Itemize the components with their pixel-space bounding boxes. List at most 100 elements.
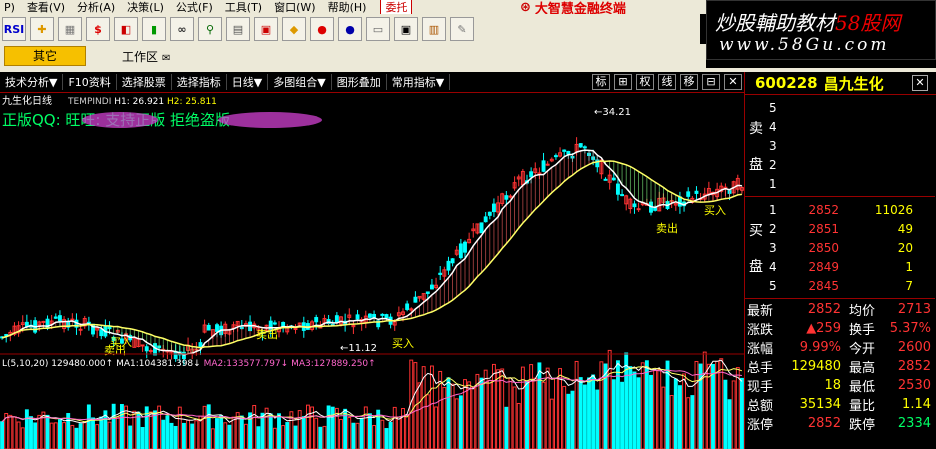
move-icon[interactable]: 移 [680, 74, 698, 90]
buy-row: 1 2852 11026 [769, 202, 913, 217]
volume-bar [194, 420, 199, 449]
calc-icon[interactable]: ▤ [226, 17, 250, 41]
volume-bar [70, 424, 75, 449]
logo-url: www.58Gu.com [719, 35, 890, 55]
volume-bar [169, 422, 174, 449]
menu-view[interactable]: 查看(V) [23, 0, 73, 14]
candle-body [578, 143, 583, 148]
menu-help[interactable]: 帮助(H) [324, 0, 375, 14]
tab-other[interactable]: 其它 [4, 46, 86, 66]
volume-bar [553, 377, 558, 449]
overlay-button[interactable]: 图形叠加 [332, 74, 387, 90]
candle-body [483, 216, 488, 223]
menu-tools[interactable]: 工具(T) [221, 0, 270, 14]
daily-button[interactable]: 日线▼ [227, 74, 269, 90]
tab-row: 其它 工作区 ✉ [0, 44, 706, 68]
diamond-icon[interactable]: ◆ [282, 17, 306, 41]
quote-header: 600228 昌九生化 ✕ [745, 72, 936, 95]
volume-bar [231, 416, 236, 449]
bars-icon[interactable]: ▮ [142, 17, 166, 41]
common-indicator-button[interactable]: 常用指标▼ [387, 74, 451, 90]
cross-icon[interactable]: ✚ [30, 17, 54, 41]
volume-bar [252, 405, 257, 449]
volume-bar [24, 409, 29, 449]
menu-window[interactable]: 窗口(W) [270, 0, 323, 14]
binoculars-icon[interactable]: ∞ [170, 17, 194, 41]
candle-body [198, 342, 203, 348]
volume-bar [148, 411, 153, 449]
chart-icon[interactable]: ◧ [114, 17, 138, 41]
volume-bar [367, 413, 372, 449]
multi-chart-button[interactable]: 多图组合▼ [268, 74, 332, 90]
sell-signal: 卖出 [256, 327, 278, 341]
volume-bar [425, 394, 430, 449]
candle-body [450, 258, 455, 264]
blue-icon[interactable]: ● [338, 17, 362, 41]
menu-item[interactable]: P) [0, 1, 23, 14]
volume-bar [388, 422, 393, 449]
volume-bar [512, 386, 517, 449]
close-icon[interactable]: ✕ [724, 74, 742, 90]
peak-label: ←34.21 [594, 107, 631, 118]
rsi-icon[interactable]: RSI [2, 17, 26, 41]
menu-decision[interactable]: 决策(L) [123, 0, 172, 14]
volume-bar [640, 362, 645, 449]
volume-bar [591, 374, 596, 449]
select-stock-button[interactable]: 选择股票 [117, 74, 172, 90]
candle-body [632, 203, 637, 208]
volume-bar [578, 377, 583, 449]
menu-analysis[interactable]: 分析(A) [73, 0, 123, 14]
volume-bar [0, 421, 5, 449]
candle-body [272, 322, 277, 325]
function-bar: 技术分析▼ F10资料 选择股票 选择指标 日线▼ 多图组合▼ 图形叠加 常用指… [0, 72, 744, 93]
pin-icon[interactable]: ✎ [450, 17, 474, 41]
mail-icon: ✉ [162, 52, 171, 64]
quote-stats: 最新 2852 均价 2713 涨跌 ▲259 换手 5.37% 涨幅 9.99% 今开 2600… [745, 300, 935, 433]
volume-bar [49, 422, 54, 449]
red-icon[interactable]: ● [310, 17, 334, 41]
volume-bar [111, 403, 116, 449]
zoom-icon[interactable]: ⚲ [198, 17, 222, 41]
volume-bar [649, 374, 653, 449]
mark-icon[interactable]: 标 [592, 74, 610, 90]
square-icon[interactable]: ▣ [254, 17, 278, 41]
volume-bar [29, 416, 33, 449]
candle-body [41, 320, 46, 323]
volume-bar [739, 377, 744, 449]
candle-body [384, 314, 389, 319]
dollar-icon[interactable]: $ [86, 17, 110, 41]
books-icon[interactable]: ▥ [422, 17, 446, 41]
sell-book: 5 4 3 2 1 [769, 98, 929, 193]
f10-button[interactable]: F10资料 [63, 74, 117, 90]
sell-row: 4 [769, 119, 777, 134]
crosshair-icon[interactable]: ⊞ [614, 74, 632, 90]
volume-bar [272, 427, 277, 449]
rights-icon[interactable]: 权 [636, 74, 654, 90]
volume-bar [161, 419, 166, 449]
stat-row: 现手 18 最低 2530 [747, 378, 931, 395]
volume-bar [268, 413, 273, 449]
tab-workspace[interactable]: 工作区 ✉ [122, 48, 170, 65]
tray-icon[interactable]: ▭ [366, 17, 390, 41]
volume-bar [140, 427, 145, 449]
volume-bar [562, 385, 567, 449]
close-icon[interactable]: ✕ [912, 75, 928, 91]
volume-bar [355, 422, 360, 449]
volume-bar [537, 362, 542, 449]
select-indicator-button[interactable]: 选择指标 [172, 74, 227, 90]
volume-bar [20, 427, 25, 449]
sell-row: 1 [769, 176, 777, 191]
kline-chart[interactable]: 九生化日线 TEMPINDI H1: 26.921 H2: 25.811 正版Q… [0, 92, 744, 449]
volume-bar [372, 425, 377, 449]
volume-bar [227, 424, 232, 449]
volume-bar [239, 415, 244, 449]
minimize-icon[interactable]: ⊟ [702, 74, 720, 90]
line-icon[interactable]: 线 [658, 74, 676, 90]
menu-formula[interactable]: 公式(F) [172, 0, 221, 14]
window-icon[interactable]: ▣ [394, 17, 418, 41]
grid-icon[interactable]: ▦ [58, 17, 82, 41]
sell-signal: 卖出 [656, 221, 678, 235]
volume-bar [529, 364, 534, 449]
weituo-button[interactable]: 委托 [380, 0, 413, 14]
tech-analysis-button[interactable]: 技术分析▼ [0, 74, 64, 90]
